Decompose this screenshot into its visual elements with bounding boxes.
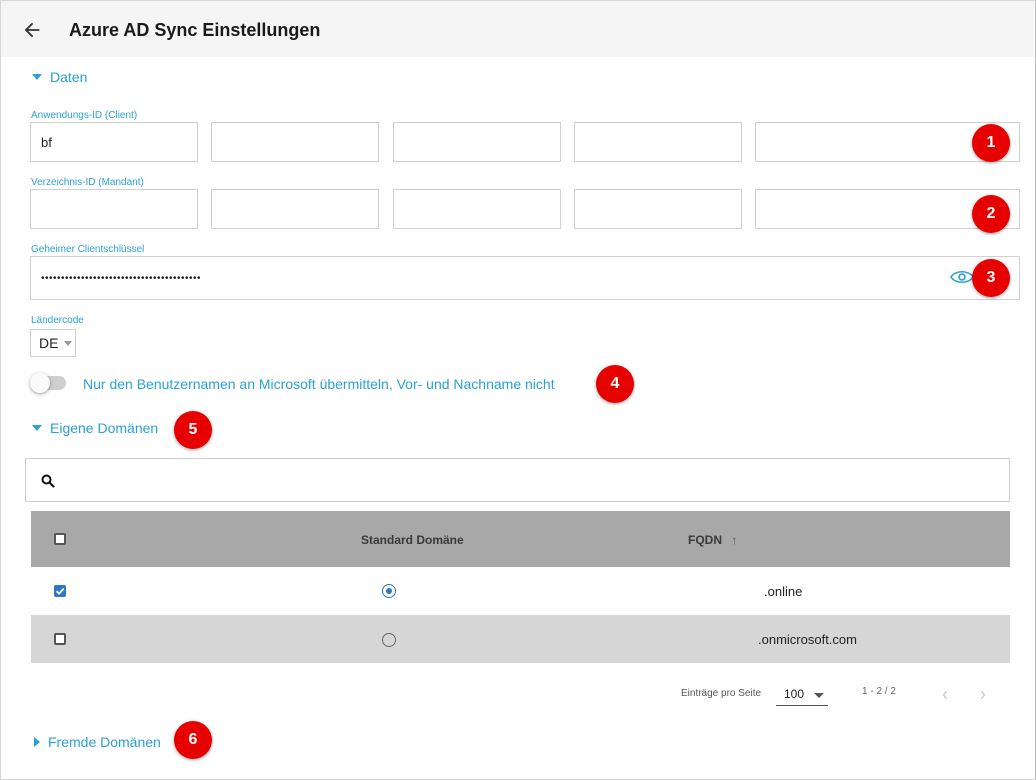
check-icon bbox=[55, 587, 65, 595]
country-select[interactable]: DE bbox=[30, 329, 76, 357]
client-id-segment-2[interactable] bbox=[211, 122, 379, 162]
tenant-id-segment-3[interactable] bbox=[393, 189, 561, 229]
prev-page-button[interactable]: ‹ bbox=[942, 684, 948, 705]
row-fqdn: .onmicrosoft.com bbox=[758, 632, 857, 647]
table-row: .online bbox=[31, 567, 1010, 615]
column-fqdn[interactable]: FQDN ↑ bbox=[688, 533, 737, 547]
section-daten-toggle[interactable]: Daten bbox=[32, 69, 87, 85]
pagination-range: 1 - 2 / 2 bbox=[862, 686, 896, 697]
table-row: .onmicrosoft.com bbox=[31, 615, 1010, 663]
next-page-button[interactable]: › bbox=[980, 684, 986, 705]
sort-up-icon: ↑ bbox=[731, 533, 738, 547]
row-fqdn: .online bbox=[764, 584, 803, 599]
country-label: Ländercode bbox=[31, 315, 84, 326]
back-arrow-icon[interactable] bbox=[21, 19, 43, 41]
secret-label: Geheimer Clientschlüssel bbox=[31, 244, 145, 255]
caret-right-icon bbox=[34, 737, 40, 747]
tenant-id-label: Verzeichnis-ID (Mandant) bbox=[31, 177, 144, 188]
tenant-id-segment-2[interactable] bbox=[211, 189, 379, 229]
pagination-label: Einträge pro Seite bbox=[681, 688, 762, 699]
per-page-value: 100 bbox=[784, 687, 805, 701]
section-eigene-domaenen-toggle[interactable]: Eigene Domänen bbox=[32, 420, 158, 436]
callout-badge-4: 4 bbox=[596, 365, 634, 403]
tenant-id-segment-4[interactable] bbox=[574, 189, 742, 229]
column-fqdn-label: FQDN bbox=[688, 533, 722, 547]
client-id-segment-4[interactable] bbox=[574, 122, 742, 162]
row-standard-radio[interactable] bbox=[382, 633, 396, 647]
callout-badge-1: 1 bbox=[972, 124, 1010, 162]
domain-search-input[interactable] bbox=[25, 458, 1010, 502]
section-fremde-domaenen-toggle[interactable]: Fremde Domänen bbox=[34, 734, 161, 750]
callout-badge-5: 5 bbox=[174, 411, 212, 449]
page-title: Azure AD Sync Einstellungen bbox=[69, 20, 321, 40]
chevron-down-icon bbox=[64, 340, 73, 346]
section-daten-label: Daten bbox=[50, 69, 88, 85]
caret-down-icon bbox=[32, 425, 42, 431]
client-id-segment-1[interactable]: bf bbox=[30, 122, 198, 162]
section-fremde-domaenen-label: Fremde Domänen bbox=[48, 734, 161, 750]
secret-input[interactable]: •••••••••••••••••••••••••••••••••••••••• bbox=[30, 256, 1020, 300]
callout-badge-3: 3 bbox=[972, 259, 1010, 297]
row-checkbox[interactable] bbox=[54, 633, 66, 645]
username-only-toggle[interactable] bbox=[30, 373, 66, 393]
per-page-select[interactable]: 100 bbox=[776, 684, 828, 706]
callout-badge-2: 2 bbox=[972, 195, 1010, 233]
tenant-id-segment-1[interactable] bbox=[30, 189, 198, 229]
row-standard-radio[interactable] bbox=[382, 584, 396, 598]
table-header: Standard Domäne FQDN ↑ bbox=[31, 511, 1010, 567]
page-header: Azure AD Sync Einstellungen bbox=[1, 1, 1034, 57]
caret-down-icon bbox=[32, 74, 42, 80]
toggle-knob bbox=[30, 373, 50, 393]
country-value: DE bbox=[39, 335, 59, 351]
client-id-label: Anwendungs-ID (Client) bbox=[31, 110, 138, 121]
row-checkbox[interactable] bbox=[54, 585, 66, 597]
callout-badge-6: 6 bbox=[174, 721, 212, 759]
select-all-checkbox[interactable] bbox=[54, 533, 66, 545]
search-icon bbox=[41, 474, 55, 488]
section-eigene-domaenen-label: Eigene Domänen bbox=[50, 420, 159, 436]
eye-icon[interactable] bbox=[950, 268, 974, 286]
username-only-label: Nur den Benutzernamen an Microsoft überm… bbox=[83, 376, 555, 392]
column-standard-domaene[interactable]: Standard Domäne bbox=[361, 533, 464, 547]
client-id-segment-3[interactable] bbox=[393, 122, 561, 162]
chevron-down-icon bbox=[814, 693, 824, 698]
